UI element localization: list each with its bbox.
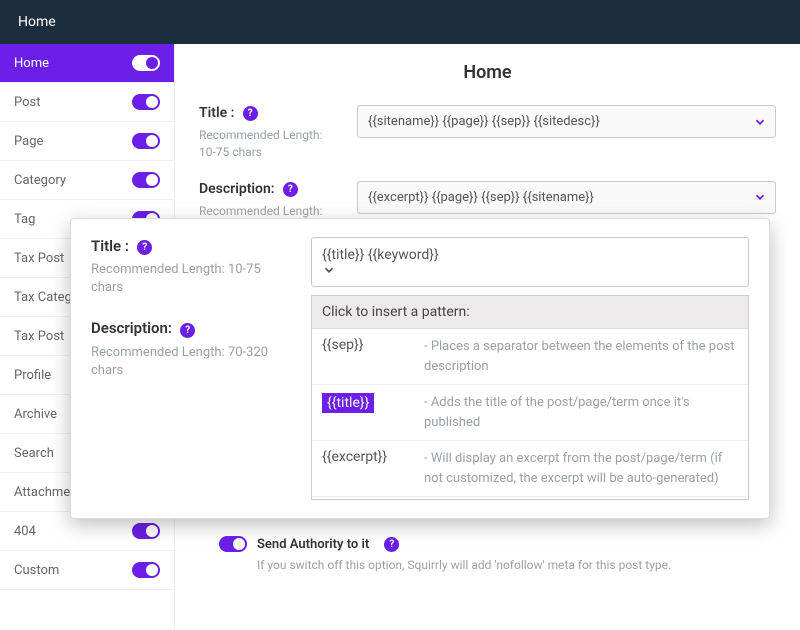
sidebar-item-label: Tax Post: [14, 251, 64, 266]
sidebar-item-label: Tax Post: [14, 329, 64, 344]
title-select[interactable]: {{sitename}} {{page}} {{sep}} {{sitedesc…: [357, 105, 776, 138]
overlay-desc-label: Description:: [91, 319, 172, 337]
help-icon[interactable]: ?: [180, 323, 195, 338]
sidebar-item-label: Page: [14, 134, 43, 149]
title-label: Title :: [199, 105, 234, 121]
authority-label: Send Authority to it: [257, 537, 369, 552]
pattern-desc: - Will display an excerpt from the post/…: [424, 449, 738, 488]
authority-toggle[interactable]: [219, 536, 247, 552]
title-input-wrap: {{sitename}} {{page}} {{sep}} {{sitedesc…: [357, 105, 776, 138]
help-icon[interactable]: ?: [384, 537, 399, 552]
topbar: Home: [0, 0, 800, 44]
sidebar-item-label: Search: [14, 446, 54, 461]
sidebar-item[interactable]: Custom: [0, 551, 174, 590]
sidebar-toggle[interactable]: [132, 94, 160, 110]
pattern-tag: {{title}}: [322, 393, 374, 413]
authority-hint: If you switch off this option, Squirrly …: [199, 558, 776, 572]
pattern-overlay: Title : ? Recommended Length: 10-75 char…: [70, 218, 770, 519]
desc-select[interactable]: {{excerpt}} {{page}} {{sep}} {{sitename}…: [357, 181, 776, 214]
sidebar-toggle[interactable]: [132, 55, 160, 71]
help-icon[interactable]: ?: [283, 182, 298, 197]
sidebar-item[interactable]: Category: [0, 161, 174, 200]
desc-value: {{excerpt}} {{page}} {{sep}} {{sitename}…: [368, 190, 594, 205]
sidebar-item-label: Home: [14, 56, 49, 71]
dropdown-header: Click to insert a pattern:: [312, 296, 748, 329]
sidebar-toggle[interactable]: [132, 172, 160, 188]
authority-row: Send Authority to it ?: [199, 536, 776, 552]
overlay-right: {{title}} {{keyword}} Click to insert a …: [311, 237, 749, 500]
chevron-down-icon: [753, 115, 767, 129]
sidebar-item-label: Profile: [14, 368, 51, 383]
sidebar-toggle[interactable]: [132, 133, 160, 149]
overlay-title-select[interactable]: {{title}} {{keyword}}: [311, 237, 749, 287]
page-title: Home: [199, 62, 776, 83]
title-field-row: Title : ? Recommended Length: 10-75 char…: [199, 105, 776, 161]
title-hint: Recommended Length: 10-75 chars: [199, 127, 339, 161]
help-icon[interactable]: ?: [243, 106, 258, 121]
title-label-block: Title : ? Recommended Length: 10-75 char…: [199, 105, 339, 161]
overlay-title-group: Title : ? Recommended Length: 10-75 char…: [91, 237, 291, 297]
desc-input-wrap: {{excerpt}} {{page}} {{sep}} {{sitename}…: [357, 181, 776, 214]
sidebar-item-label: 404: [14, 524, 36, 539]
chevron-down-icon: [322, 263, 718, 277]
chevron-down-icon: [753, 190, 767, 204]
sidebar-item-label: Category: [14, 173, 66, 188]
pattern-tag: {{sep}}: [322, 333, 363, 353]
pattern-row[interactable]: {{sep}} - Places a separator between the …: [312, 329, 748, 385]
topbar-title: Home: [18, 14, 56, 30]
help-icon[interactable]: ?: [137, 240, 152, 255]
title-value: {{sitename}} {{page}} {{sep}} {{sitedesc…: [368, 114, 600, 129]
sidebar-item[interactable]: Post: [0, 83, 174, 122]
sidebar-toggle[interactable]: [132, 523, 160, 539]
pattern-desc: - Places a separator between the element…: [424, 337, 738, 376]
sidebar-item-label: Custom: [14, 563, 59, 578]
pattern-tag: {{excerpt}}: [322, 445, 387, 465]
overlay-title-hint: Recommended Length: 10-75 chars: [91, 261, 291, 297]
pattern-dropdown[interactable]: Click to insert a pattern: {{sep}} - Plac…: [311, 295, 749, 500]
pattern-desc: - Adds the title of the post/page/term o…: [424, 393, 738, 432]
sidebar-item[interactable]: Home: [0, 44, 174, 83]
overlay-labels: Title : ? Recommended Length: 10-75 char…: [91, 237, 291, 500]
overlay-title-label: Title :: [91, 237, 129, 255]
overlay-desc-group: Description: ? Recommended Length: 70-32…: [91, 319, 291, 379]
sidebar-item-label: Tag: [14, 212, 35, 227]
desc-label: Description:: [199, 181, 275, 197]
pattern-row[interactable]: {{excerpt}} - Will display an excerpt fro…: [312, 441, 748, 497]
overlay-desc-hint: Recommended Length: 70-320 chars: [91, 344, 291, 380]
sidebar-item[interactable]: Page: [0, 122, 174, 161]
sidebar-toggle[interactable]: [132, 562, 160, 578]
sidebar-item-label: Post: [14, 95, 41, 110]
sidebar-item-label: Archive: [14, 407, 57, 422]
overlay-title-value: {{title}} {{keyword}}: [322, 247, 439, 263]
pattern-row[interactable]: {{title}} - Adds the title of the post/pa…: [312, 385, 748, 441]
